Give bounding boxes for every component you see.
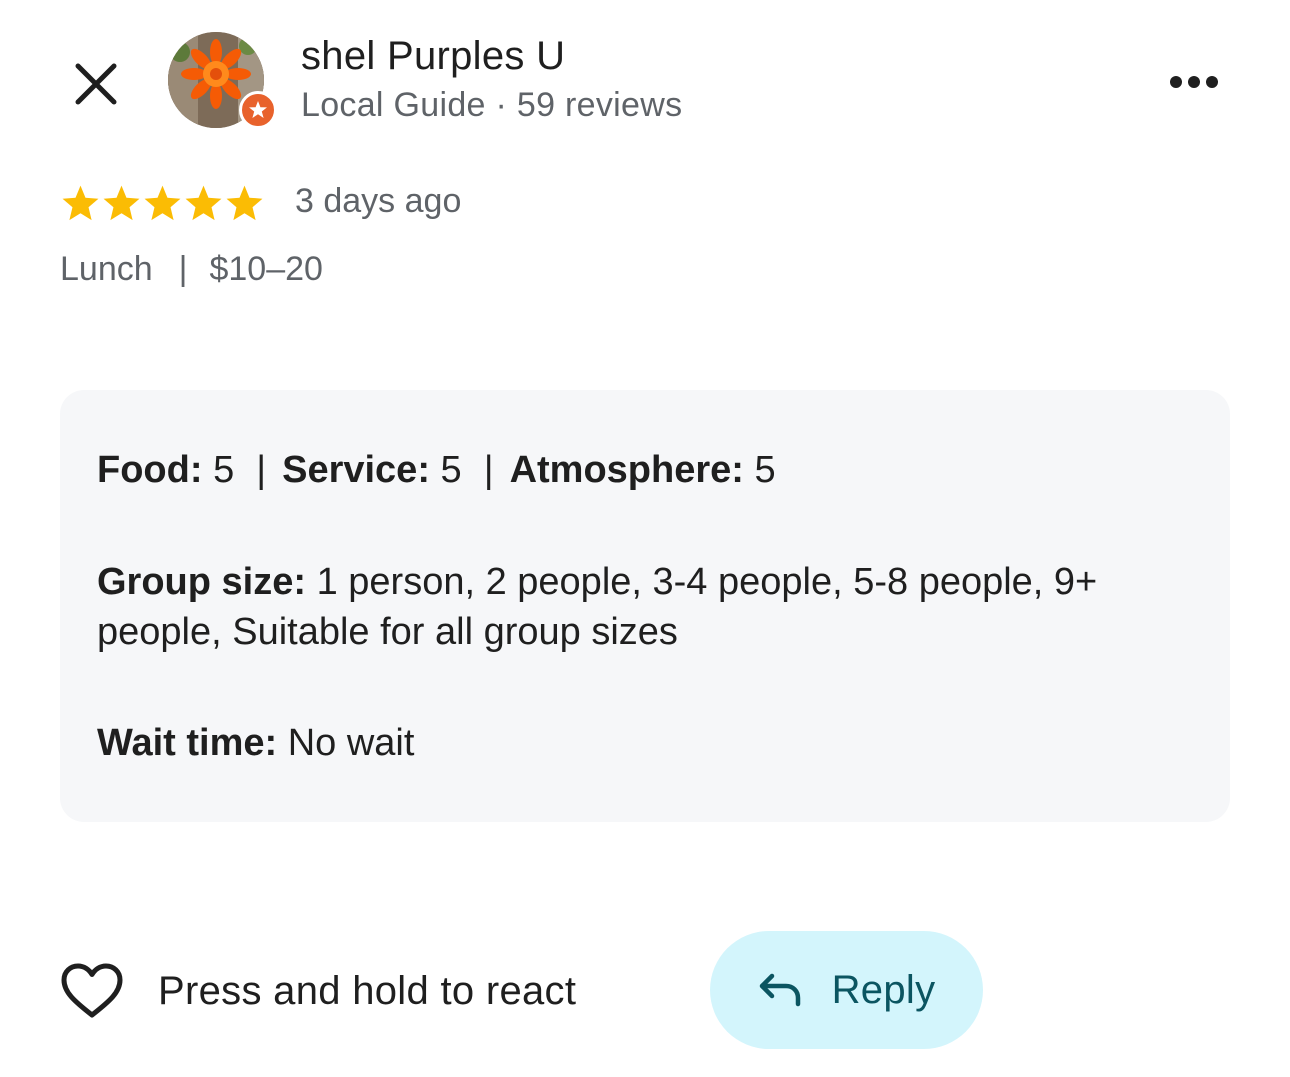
more-options-button[interactable]	[1160, 60, 1228, 104]
local-guide-badge-icon	[239, 91, 277, 129]
service-value: 5	[440, 449, 462, 491]
food-value: 5	[213, 449, 235, 491]
rating-separator: |	[256, 449, 267, 491]
react-button[interactable]: Press and hold to react	[60, 955, 576, 1027]
atmosphere-value: 5	[754, 449, 776, 491]
reply-button[interactable]: Reply	[710, 931, 983, 1049]
sub-ratings: Food: 5 | Service: 5 | Atmosphere: 5	[97, 445, 776, 495]
star-rating	[60, 180, 265, 226]
rating-separator: |	[483, 449, 494, 491]
react-label: Press and hold to react	[158, 968, 577, 1013]
review-date: 3 days ago	[295, 182, 462, 220]
wait-time: Wait time: No wait	[97, 718, 414, 768]
atmosphere-label: Atmosphere:	[509, 449, 744, 491]
wait-time-value: No wait	[287, 722, 415, 764]
service-label: Service:	[282, 449, 430, 491]
meal-info: Lunch | $10–20	[60, 250, 323, 289]
more-horizontal-icon	[1170, 76, 1218, 88]
star-icon	[62, 185, 99, 220]
user-meta: Local Guide · 59 reviews	[301, 86, 683, 124]
close-icon	[75, 63, 117, 105]
meal-separator: |	[178, 250, 188, 288]
group-size: Group size: 1 person, 2 people, 3-4 peop…	[97, 557, 1197, 657]
close-button[interactable]	[60, 48, 132, 120]
review-details: Food: 5 | Service: 5 | Atmosphere: 5 Group s…	[60, 390, 1230, 822]
star-icon	[144, 185, 181, 220]
reply-arrow-icon	[759, 973, 800, 1007]
food-label: Food:	[97, 449, 203, 491]
user-name[interactable]: shel Purples U	[301, 34, 565, 79]
star-icon	[226, 185, 263, 220]
group-size-label: Group size:	[97, 561, 307, 603]
wait-time-label: Wait time:	[97, 722, 278, 764]
star-icon	[185, 185, 222, 220]
star-icon	[103, 185, 140, 220]
heart-icon	[61, 963, 123, 1018]
reply-label: Reply	[831, 967, 936, 1012]
meal-type: Lunch	[60, 250, 153, 288]
review-card: shel Purples U Local Guide · 59 reviews …	[0, 0, 1290, 1077]
price-range: $10–20	[209, 250, 323, 288]
